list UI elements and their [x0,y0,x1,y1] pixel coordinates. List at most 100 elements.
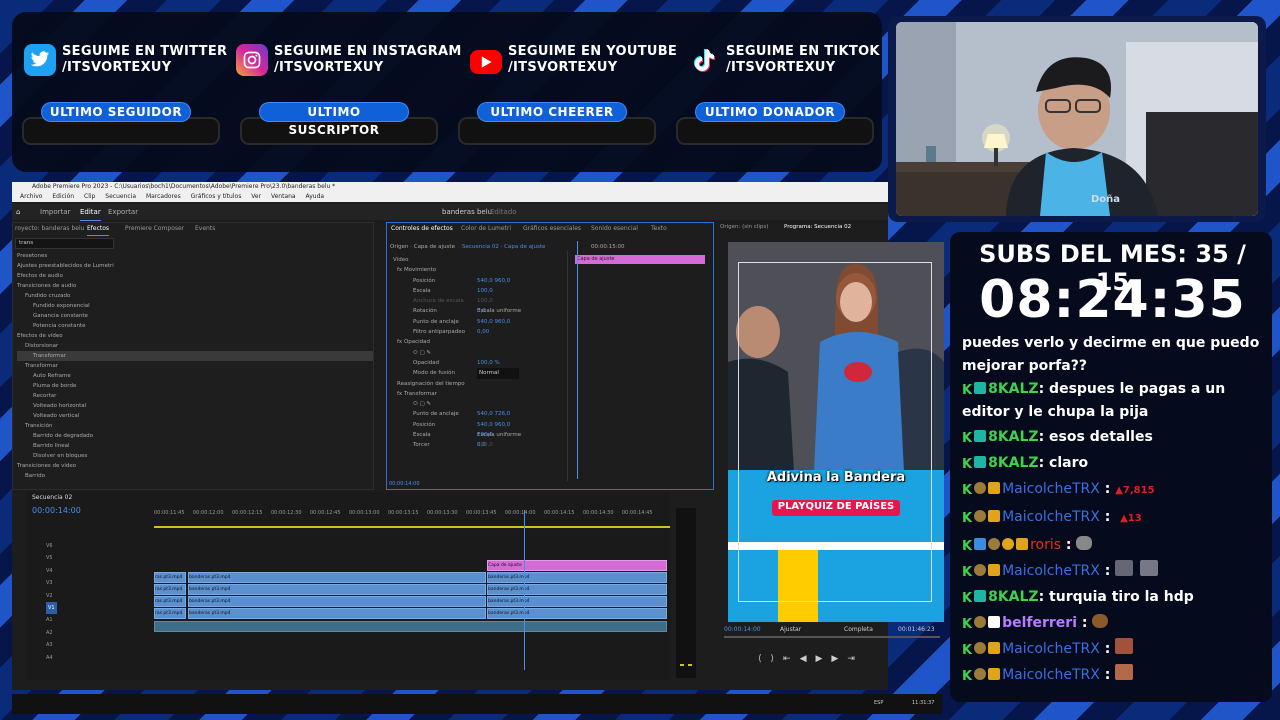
menu-secuencia[interactable]: Secuencia [105,193,136,200]
tree-item[interactable]: Presetones [17,251,373,261]
tree-item[interactable]: Barrido de degradado [17,431,373,441]
track-v5[interactable]: V5 [46,552,57,564]
sequence-timecode[interactable]: 00:00:14:00 [32,506,81,515]
fx-row[interactable]: fx Opacidad [393,337,565,347]
track-v3[interactable]: V3 [46,577,57,589]
fx-row[interactable]: Escala 100,0 [393,286,565,296]
video-clip[interactable]: ras pt3.mp4 [154,608,186,619]
menu-archivo[interactable]: Archivo [20,193,42,200]
tree-item[interactable]: Fundido exponencial [17,301,373,311]
work-area-bar[interactable] [154,526,670,528]
track-v2[interactable]: V2 [46,590,57,602]
tab-essential-sound[interactable]: Sonido esencial [591,223,638,235]
menu-clip[interactable]: Clip [84,193,95,200]
tree-item[interactable]: Auto Reframe [17,371,373,381]
chat-username[interactable]: roris [1030,537,1061,553]
tab-lumetri-color[interactable]: Color de Lumetri [461,223,511,235]
tree-item[interactable]: Transiciones de audio [17,281,373,291]
tab-text[interactable]: Texto [651,223,667,235]
fx-row[interactable]: Torcer 0,0 [393,440,565,450]
menu-ver[interactable]: Ver [251,193,261,200]
fx-row[interactable]: fx Transformar [393,389,565,399]
track-a4[interactable]: A4 [46,652,57,664]
video-clip[interactable]: banderas pt3.mp4 [487,608,667,619]
fx-row[interactable]: Punto de anclaje 540,0 960,0 [393,317,565,327]
fx-row[interactable]: Opacidad 100,0 % [393,358,565,368]
chat-username[interactable]: MaicolcheTRX [1002,509,1100,525]
chat-username[interactable]: 8KALZ [988,429,1039,445]
audio-clip[interactable] [154,621,667,632]
tab-effects[interactable]: Efectos [87,223,110,236]
track-v1[interactable]: V1 [46,602,57,615]
menu-edicion[interactable]: Edición [52,193,74,200]
mask-tools[interactable]: ⬭ ▢ ✎ [393,399,565,409]
tree-item[interactable]: Volteado vertical [17,411,373,421]
tree-item[interactable]: Ganancia constante [17,311,373,321]
fx-row[interactable]: Filtro antiparpadeo 0,00 [393,327,565,337]
fx-row[interactable]: Escala 100,0 [393,430,565,440]
video-clip[interactable]: ras pt3.mp4 [154,584,186,595]
tree-item[interactable]: Barrido [17,471,373,481]
video-clip[interactable]: banderas pt3.mp4 [188,572,486,583]
fx-row[interactable]: Posición 540,0 960,0 [393,276,565,286]
tab-project[interactable]: royecto: banderas belu [15,223,84,235]
chat-username[interactable]: 8KALZ [988,381,1039,397]
tab-importar[interactable]: Importar [40,204,70,220]
language-indicator[interactable]: ESP [874,700,883,706]
tab-program[interactable]: Programa: Secuencia 02 [784,224,851,230]
chat-username[interactable]: MaicolcheTRX [1002,563,1100,579]
adjustment-clip-bar[interactable]: Capa de ajuste [575,255,705,264]
mask-tools[interactable]: ⬭ ▢ ✎ [393,348,565,358]
tree-item[interactable]: Transición [17,421,373,431]
menu-graficos[interactable]: Gráficos y títulos [191,193,242,200]
program-timecode[interactable]: 00:00:14:00 [724,626,761,633]
tab-exportar[interactable]: Exportar [108,204,138,220]
chat-username[interactable]: MaicolcheTRX [1002,481,1100,497]
chat-username[interactable]: 8KALZ [988,455,1039,471]
timeline-ruler[interactable]: 00:00:11:45 00:00:12:00 00:00:12:15 00:0… [154,510,670,524]
transport-controls[interactable]: ⟨⟩⇤◀▶▶⇥ [758,654,864,664]
tree-item[interactable]: Disolver en bloques [17,451,373,461]
tab-events[interactable]: Events [195,223,215,235]
tab-effect-controls[interactable]: Controles de efectos [391,223,453,235]
tab-sequence[interactable]: Secuencia 02 [32,494,72,501]
track-v6[interactable]: V6 [46,540,57,552]
video-clip[interactable]: banderas pt3.mp4 [487,572,667,583]
home-icon[interactable]: ⌂ [16,204,20,220]
track-a1[interactable]: A1 [46,614,57,626]
video-clip[interactable]: banderas pt3.mp4 [188,596,486,607]
playhead[interactable] [577,241,578,479]
track-a3[interactable]: A3 [46,639,57,651]
quality-select[interactable]: Completa [844,626,873,633]
tab-essential-graphics[interactable]: Gráficos esenciales [523,223,581,235]
menu-marcadores[interactable]: Marcadores [146,193,181,200]
chat-username[interactable]: belferreri [1002,615,1077,631]
tree-item[interactable]: Ajustes preestablecidos de Lumetri [17,261,373,271]
menu-ventana[interactable]: Ventana [271,193,296,200]
tree-item[interactable]: Fundido cruzado [17,291,373,301]
fx-row[interactable]: Punto de anclaje 540,0 726,0 [393,409,565,419]
tree-item[interactable]: Volteado horizontal [17,401,373,411]
tree-item[interactable]: Distorsionar [17,341,373,351]
tree-item[interactable]: Efectos de audio [17,271,373,281]
tree-item[interactable]: Recortar [17,391,373,401]
tab-source[interactable]: Origen: (sin clips) [720,224,768,230]
tree-item[interactable]: Barrido lineal [17,441,373,451]
fx-row[interactable]: Posición 540,0 960,0 [393,420,565,430]
video-clip[interactable]: ras pt3.mp4 [154,572,186,583]
tree-item[interactable]: Transiciones de vídeo [17,461,373,471]
track-a2[interactable]: A2 [46,627,57,639]
tab-premiere-composer[interactable]: Premiere Composer [125,223,184,235]
fx-row[interactable]: Rotación 0,0 [393,306,565,316]
fit-select[interactable]: Ajustar [780,626,801,633]
tree-item[interactable]: Potencia constante [17,321,373,331]
program-scrubber[interactable] [724,636,940,638]
chat-username[interactable]: MaicolcheTRX [1002,641,1100,657]
sequence-label[interactable]: Secuencia 02 · Capa de ajuste [462,244,545,250]
controls-timecode[interactable]: 00:00:14:00 [389,481,420,487]
tab-editar[interactable]: Editar [80,204,101,221]
video-clip[interactable]: banderas pt3.mp4 [487,584,667,595]
chat-username[interactable]: 8KALZ [988,589,1039,605]
effects-search-input[interactable]: trans [15,238,114,249]
video-clip[interactable]: banderas pt3.mp4 [487,596,667,607]
